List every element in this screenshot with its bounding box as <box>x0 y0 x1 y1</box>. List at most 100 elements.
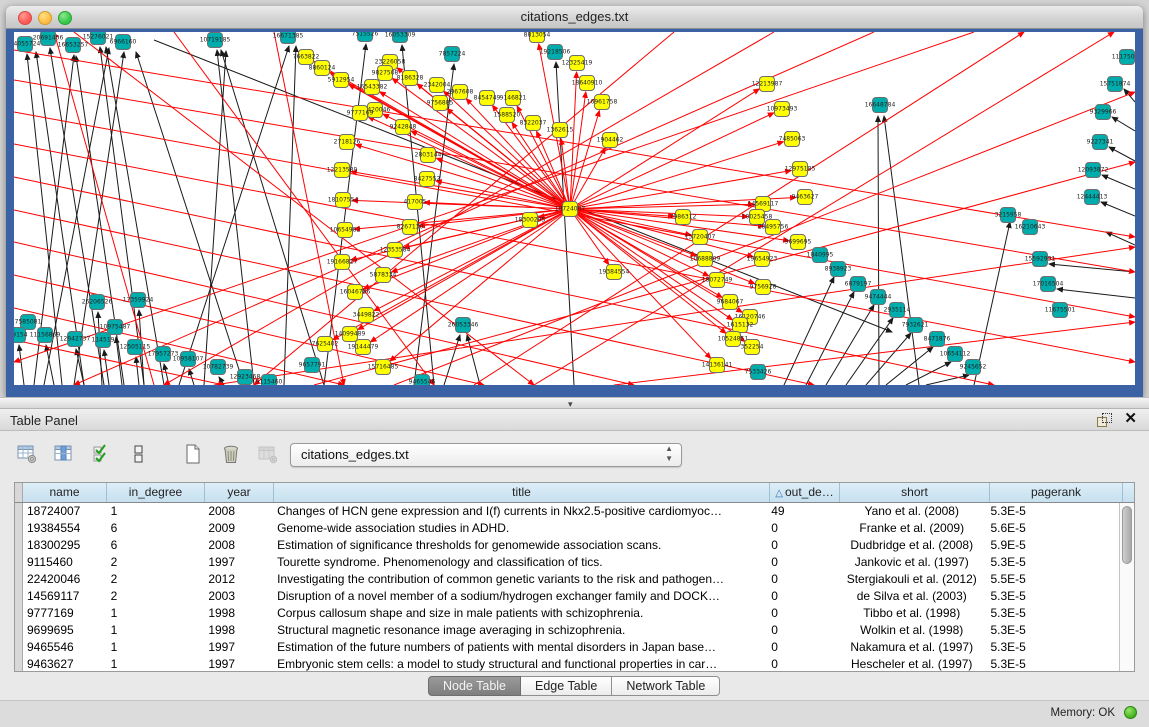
cell-short[interactable]: Hescheler et al. (1997) <box>837 656 986 671</box>
graph-node[interactable]: 16671385 <box>273 32 304 44</box>
cell-year[interactable]: 1997 <box>204 554 273 571</box>
table-row[interactable]: 2242004622012Investigating the contribut… <box>15 571 1119 588</box>
cell-in_degree[interactable]: 1 <box>107 605 205 622</box>
cell-year[interactable]: 1997 <box>204 656 273 671</box>
cell-year[interactable]: 2009 <box>204 520 273 537</box>
cell-title[interactable]: Tourette syndrome. Phenomenology and cla… <box>273 554 767 571</box>
graph-node[interactable]: 9699695 <box>785 235 812 250</box>
float-window-icon[interactable] <box>1097 413 1111 427</box>
graph-node[interactable]: 9756928 <box>750 280 777 295</box>
cell-name[interactable]: 9699695 <box>23 622 107 639</box>
cell-name[interactable]: 18300295 <box>23 537 107 554</box>
cell-name[interactable]: 18724007 <box>23 503 107 520</box>
graph-node[interactable]: 9474444 <box>865 290 892 305</box>
table-row[interactable]: 1938455462009Genome-wide association stu… <box>15 520 1119 537</box>
column-header-out_degree[interactable]: △out_de… <box>770 483 840 502</box>
cell-year[interactable]: 2008 <box>204 503 273 520</box>
graph-node[interactable]: 39154 <box>14 328 28 343</box>
cell-title[interactable]: Disruption of a novel member of a sodium… <box>273 588 767 605</box>
graph-node[interactable]: 11675501 <box>1045 303 1076 318</box>
scrollbar-thumb[interactable] <box>1122 506 1132 564</box>
graph-node[interactable]: 7932621 <box>902 318 929 333</box>
vertical-scrollbar[interactable] <box>1119 503 1134 671</box>
panel-splitter[interactable]: ▾ <box>0 397 1149 409</box>
cell-year[interactable]: 2008 <box>204 537 273 554</box>
cell-pagerank[interactable]: 5.3E-5 <box>986 554 1119 571</box>
cell-name[interactable]: 9465546 <box>23 639 107 656</box>
table-row[interactable]: 946554611997Estimation of the future num… <box>15 639 1119 656</box>
cell-in_degree[interactable]: 1 <box>107 639 205 656</box>
cell-title[interactable]: Embryonic stem cells: a model to study s… <box>273 656 767 671</box>
cell-name[interactable]: 9777169 <box>23 605 107 622</box>
graph-node[interactable]: 16961758 <box>587 95 618 110</box>
cell-out_degree[interactable]: 0 <box>767 537 837 554</box>
graph-node[interactable]: 2718126 <box>334 135 361 150</box>
graph-node[interactable]: 18107554 <box>328 193 359 208</box>
tab-edge-table[interactable]: Edge Table <box>521 676 612 696</box>
cell-in_degree[interactable]: 6 <box>107 537 205 554</box>
graph-node[interactable]: 6966160 <box>110 35 137 50</box>
graph-node[interactable]: 1904462 <box>597 133 624 148</box>
graph-node[interactable]: 19218506 <box>540 45 571 60</box>
table-row[interactable]: 1872400712008Changes of HCN gene express… <box>15 503 1119 520</box>
cell-out_degree[interactable]: 0 <box>767 605 837 622</box>
graph-node[interactable]: 7485063 <box>779 132 806 147</box>
cell-out_degree[interactable]: 0 <box>767 622 837 639</box>
column-header-year[interactable]: year <box>205 483 274 502</box>
show-column-button[interactable] <box>51 441 77 467</box>
graph-node[interactable]: 9242848 <box>390 120 417 135</box>
cell-out_degree[interactable]: 0 <box>767 639 837 656</box>
table-mode-button[interactable] <box>14 441 40 467</box>
cell-short[interactable]: Stergiakouli et al. (2012) <box>837 571 986 588</box>
network-graph[interactable]: 1872400718300295193845547663822886012459… <box>14 32 1135 385</box>
graph-node[interactable]: 7857224 <box>439 47 466 62</box>
graph-node[interactable]: 26053346 <box>448 318 479 333</box>
graph-node[interactable]: 8813054 <box>524 32 551 43</box>
cell-name[interactable]: 22420046 <box>23 571 107 588</box>
cell-name[interactable]: 14569117 <box>23 588 107 605</box>
cell-in_degree[interactable]: 2 <box>107 588 205 605</box>
cell-name[interactable]: 9463627 <box>23 656 107 671</box>
trash-button[interactable] <box>218 441 244 467</box>
cell-pagerank[interactable]: 5.3E-5 <box>986 656 1119 671</box>
graph-node[interactable]: 9146821 <box>500 91 527 106</box>
cell-year[interactable]: 2012 <box>204 571 273 588</box>
network-canvas[interactable]: 1872400718300295193845547663822886012459… <box>14 32 1135 385</box>
cell-year[interactable]: 1997 <box>204 639 273 656</box>
graph-node[interactable]: 10654112 <box>940 347 971 362</box>
cell-pagerank[interactable]: 5.3E-5 <box>986 605 1119 622</box>
cell-title[interactable]: Investigating the contribution of common… <box>273 571 767 588</box>
cell-pagerank[interactable]: 5.3E-5 <box>986 503 1119 520</box>
cell-in_degree[interactable]: 1 <box>107 503 205 520</box>
graph-node[interactable]: 11175034 <box>1112 50 1135 65</box>
column-header-in_degree[interactable]: in_degree <box>107 483 205 502</box>
column-header-name[interactable]: name <box>23 483 107 502</box>
cell-short[interactable]: Dudbridge et al. (2008) <box>837 537 986 554</box>
cell-title[interactable]: Estimation of the future numbers of pati… <box>273 639 767 656</box>
graph-node[interactable]: 9245652 <box>960 360 987 375</box>
table-row[interactable]: 946362711997Embryonic stem cells: a mode… <box>15 656 1119 671</box>
graph-node[interactable]: 12505115 <box>120 340 151 355</box>
cell-pagerank[interactable]: 5.5E-5 <box>986 571 1119 588</box>
graph-node[interactable]: 12213589 <box>327 163 358 178</box>
graph-node[interactable]: 6879197 <box>845 277 872 292</box>
graph-node[interactable]: 16053309 <box>385 32 416 43</box>
cell-year[interactable]: 2003 <box>204 588 273 605</box>
cell-out_degree[interactable]: 0 <box>767 571 837 588</box>
graph-node[interactable]: 12213987 <box>752 77 783 92</box>
table-row[interactable]: 1456911722003Disruption of a novel membe… <box>15 588 1119 605</box>
cell-out_degree[interactable]: 0 <box>767 554 837 571</box>
column-header-short[interactable]: short <box>840 483 990 502</box>
cell-out_degree[interactable]: 0 <box>767 656 837 671</box>
graph-node[interactable]: 8427552 <box>414 172 441 187</box>
graph-node[interactable]: 10782739 <box>203 360 234 375</box>
graph-node[interactable]: 1588520 <box>494 108 521 123</box>
cell-out_degree[interactable]: 49 <box>767 503 837 520</box>
table-row[interactable]: 1830029562008Estimation of significance … <box>15 537 1119 554</box>
graph-node[interactable]: 2935114 <box>884 303 911 318</box>
cell-title[interactable]: Structural magnetic resonance image aver… <box>273 622 767 639</box>
cell-out_degree[interactable]: 0 <box>767 588 837 605</box>
cell-short[interactable]: Tibbo et al. (1998) <box>837 605 986 622</box>
close-icon[interactable]: ✕ <box>1124 411 1137 427</box>
graph-node[interactable]: 9657791 <box>299 358 326 373</box>
